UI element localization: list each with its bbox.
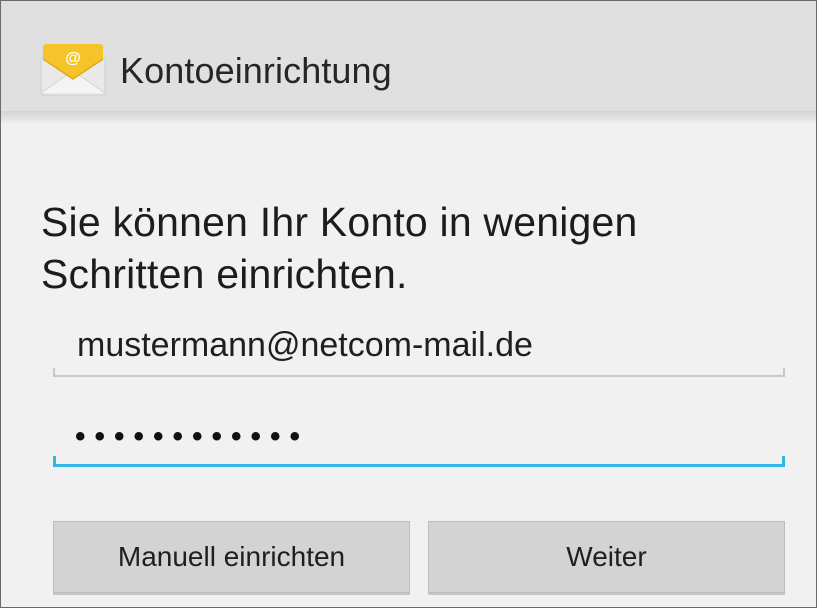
action-bar: @ Kontoeinrichtung (1, 1, 816, 111)
next-button[interactable]: Weiter (428, 521, 785, 593)
intro-text: Sie können Ihr Konto in wenigen Schritte… (41, 199, 638, 297)
setup-screen: @ Kontoeinrichtung Sie können Ihr Konto … (0, 0, 817, 608)
password-underline-focused (53, 456, 785, 467)
password-masked-value: •••••••••••• (75, 420, 310, 453)
email-underline (53, 368, 785, 377)
at-symbol: @ (65, 50, 81, 67)
email-envelope-icon: @ (40, 44, 106, 96)
manual-setup-button[interactable]: Manuell einrichten (53, 521, 410, 593)
action-bar-shadow (1, 111, 816, 125)
password-field[interactable]: •••••••••••• (53, 407, 785, 467)
email-field[interactable]: mustermann@netcom-mail.de (53, 317, 785, 377)
app-title: Kontoeinrichtung (120, 50, 392, 91)
email-value: mustermann@netcom-mail.de (77, 326, 533, 364)
